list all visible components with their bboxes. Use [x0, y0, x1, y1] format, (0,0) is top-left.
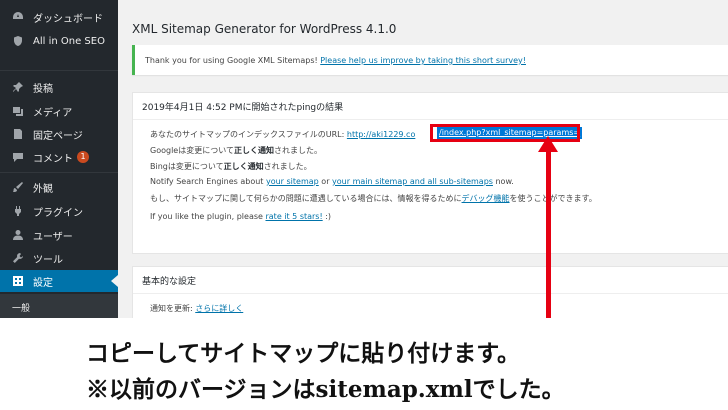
sidebar-item-all-in-one-seo[interactable]: All in One SEO — [0, 30, 118, 52]
google-status-suffix: されました。 — [273, 146, 322, 155]
plugin-icon — [11, 204, 25, 218]
rate-line: If you like the plugin, please rate it 5… — [150, 212, 331, 221]
sitemap-url-link[interactable]: http://aki1229.co — [347, 130, 415, 139]
sidebar-item-label: 固定ページ — [33, 130, 83, 142]
sidebar-item-tools[interactable]: ツール — [0, 247, 118, 269]
comment-count-badge: 1 — [77, 151, 89, 163]
survey-link[interactable]: Please help us improve by taking this sh… — [320, 56, 526, 65]
sidebar-item-appearance[interactable]: 外観 — [0, 176, 118, 198]
bing-status-bold: 正しく通知 — [223, 162, 264, 171]
settings-icon — [11, 274, 25, 288]
sidebar-item-label: コメント — [33, 153, 73, 165]
caption-line-2: ※以前のバージョンはsitemap.xmlでした。 — [86, 376, 565, 403]
sidebar-item-settings[interactable]: 設定 — [0, 270, 118, 292]
sidebar-item-pages[interactable]: 固定ページ — [0, 123, 118, 145]
debug-suffix: を使うことができます。 — [509, 194, 597, 203]
notify-all-sitemaps-link[interactable]: your main sitemap and all sub-sitemaps — [332, 177, 493, 186]
survey-notice: Thank you for using Google XML Sitemaps!… — [132, 45, 728, 75]
page-title: XML Sitemap Generator for WordPress 4.1.… — [132, 22, 397, 36]
sidebar-item-dashboard[interactable]: ダッシュボード — [0, 6, 118, 28]
notify-text: Notify Search Engines about — [150, 177, 266, 186]
sidebar-item-media[interactable]: メディア — [0, 100, 118, 122]
basic-settings-title: 基本的な設定 — [133, 267, 728, 294]
ping-results-box: 2019年4月1日 4:52 PMに開始されたpingの結果 あなたのサイトマッ… — [132, 92, 728, 254]
bing-status-text: Bingは変更について — [150, 162, 224, 171]
admin-sidebar: ダッシュボード All in One SEO 投稿 メディア 固定ページ コメン… — [0, 0, 118, 318]
wrench-icon — [11, 251, 25, 265]
bing-status-line: Bingは変更について正しく通知されました。 — [150, 161, 312, 172]
sidebar-item-posts[interactable]: 投稿 — [0, 76, 118, 98]
sidebar-item-comments[interactable]: コメント 1 — [0, 146, 118, 168]
sidebar-separator — [0, 172, 118, 173]
sidebar-item-plugins[interactable]: プラグイン — [0, 200, 118, 222]
sidebar-item-label: All in One SEO — [33, 35, 105, 47]
learn-more-link[interactable]: さらに詳しく — [195, 304, 243, 313]
active-indicator-arrow — [111, 275, 118, 287]
dashboard-icon — [11, 10, 25, 24]
submenu-item-general[interactable]: 一般 — [12, 301, 30, 314]
sidebar-item-label: プラグイン — [33, 207, 83, 219]
sidebar-item-users[interactable]: ユーザー — [0, 224, 118, 246]
sidebar-item-label: ユーザー — [33, 231, 73, 243]
sidebar-item-label: 投稿 — [33, 83, 53, 95]
google-status-line: Googleは変更について正しく通知されました。 — [150, 145, 322, 156]
media-icon — [11, 104, 25, 118]
debug-link[interactable]: デバッグ機能 — [462, 194, 510, 203]
pin-icon — [11, 80, 25, 94]
notify-line: Notify Search Engines about your sitemap… — [150, 177, 514, 186]
notify-or: or — [318, 177, 333, 186]
rate-suffix: :) — [322, 212, 332, 221]
page-icon — [11, 127, 25, 141]
sitemap-url-line: あなたのサイトマップのインデックスファイルのURL: http://aki122… — [150, 129, 415, 140]
sidebar-item-label: メディア — [33, 107, 73, 119]
annotation-arrow-shaft — [546, 150, 551, 318]
update-notice-line: 通知を更新: さらに詳しく — [150, 303, 243, 314]
caption-line-1: コピーしてサイトマップに貼り付けます。 — [86, 340, 521, 367]
brush-icon — [11, 180, 25, 194]
sidebar-item-label: ツール — [33, 254, 63, 266]
notify-suffix: now. — [492, 177, 514, 186]
debug-line: もし、サイトマップに関して何らかの問題に遭遇している場合には、情報を得るためにデ… — [150, 193, 597, 204]
sitemap-url-label: あなたのサイトマップのインデックスファイルのURL: — [150, 130, 347, 139]
rate-text: If you like the plugin, please — [150, 212, 266, 221]
update-notice-label: 通知を更新: — [150, 304, 196, 313]
sidebar-item-label: 設定 — [33, 277, 53, 289]
shield-icon — [11, 34, 25, 48]
rate-link[interactable]: rate it 5 stars! — [265, 212, 322, 221]
caption-area: コピーしてサイトマップに貼り付けます。 ※以前のバージョンはsitemap.xm… — [0, 318, 728, 410]
sidebar-separator — [0, 70, 118, 71]
google-status-text: Googleは変更について — [150, 146, 234, 155]
sidebar-item-label: ダッシュボード — [33, 13, 103, 25]
user-icon — [11, 228, 25, 242]
basic-settings-box: 基本的な設定 通知を更新: さらに詳しく — [132, 266, 728, 318]
google-status-bold: 正しく通知 — [233, 146, 274, 155]
ping-results-title: 2019年4月1日 4:52 PMに開始されたpingの結果 — [133, 93, 728, 120]
main-content: XML Sitemap Generator for WordPress 4.1.… — [118, 0, 728, 318]
bing-status-suffix: されました。 — [263, 162, 312, 171]
comment-icon — [11, 150, 25, 164]
notify-sitemap-link[interactable]: your sitemap — [266, 177, 319, 186]
debug-text: もし、サイトマップに関して何らかの問題に遭遇している場合には、情報を得るために — [150, 194, 462, 203]
sidebar-item-label: 外観 — [33, 183, 53, 195]
notice-text: Thank you for using Google XML Sitemaps! — [145, 56, 321, 65]
